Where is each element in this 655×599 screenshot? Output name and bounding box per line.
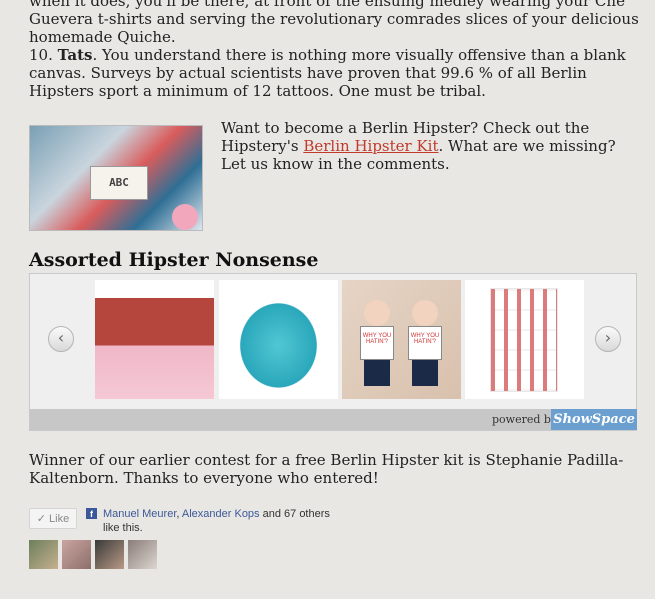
doll-shirt-text: WHY YOU HATIN'? xyxy=(360,326,394,360)
doll-legs xyxy=(364,360,390,386)
facebook-icon: f xyxy=(86,508,97,519)
kit-card: ABC xyxy=(90,166,148,200)
powered-by-label: powered by xyxy=(492,413,558,426)
carousel-slide-bacon-soap[interactable] xyxy=(95,280,214,399)
showspace-logo[interactable]: ShowSpace xyxy=(551,409,637,430)
article-paragraph-tats: 10. Tats. You understand there is nothin… xyxy=(29,46,639,100)
berlin-hipster-kit-link[interactable]: Berlin Hipster Kit xyxy=(303,137,438,155)
liker-link-manuel-meurer[interactable]: Manuel Meurer xyxy=(103,508,176,520)
avatar[interactable] xyxy=(62,540,91,569)
winner-paragraph: Winner of our earlier contest for a free… xyxy=(29,451,624,487)
kit-badge xyxy=(172,204,198,230)
hipster-chart-grid xyxy=(490,288,558,392)
tats-text: . You understand there is nothing more v… xyxy=(29,46,626,100)
tats-number: 10. xyxy=(29,46,53,64)
tats-title: Tats xyxy=(57,46,93,64)
doll-head xyxy=(364,300,390,326)
facebook-like-button[interactable]: ✓ Like xyxy=(29,508,77,529)
doll-head xyxy=(412,300,438,326)
carousel-slide-hipster-chart[interactable] xyxy=(465,280,584,399)
hipster-kit-image[interactable]: ABC xyxy=(29,125,203,231)
carousel-slide-hipster-dolls[interactable]: WHY YOU HATIN'? WHY YOU HATIN'? xyxy=(342,280,461,399)
facebook-likers-text: Manuel Meurer, Alexander Kops and 67 oth… xyxy=(103,507,333,535)
kit-paragraph: Want to become a Berlin Hipster? Check o… xyxy=(221,119,631,173)
doll-figure: WHY YOU HATIN'? xyxy=(360,300,394,388)
doll-shirt-text: WHY YOU HATIN'? xyxy=(408,326,442,360)
doll-legs xyxy=(412,360,438,386)
powered-by-bar: powered by ShowSpace xyxy=(30,409,637,430)
carousel-title: Assorted Hipster Nonsense xyxy=(29,249,319,271)
avatar[interactable] xyxy=(29,540,58,569)
avatar[interactable] xyxy=(128,540,157,569)
carousel-next-button[interactable]: › xyxy=(595,326,621,352)
carousel-prev-button[interactable]: ‹ xyxy=(48,326,74,352)
article-paragraph-top: when it does, you'll be there, at front … xyxy=(29,0,639,46)
liker-link-alexander-kops[interactable]: Alexander Kops xyxy=(182,508,260,520)
doll-figure: WHY YOU HATIN'? xyxy=(408,300,442,388)
avatar[interactable] xyxy=(95,540,124,569)
product-carousel: ‹ WHY YOU HATIN'? WHY YOU HATIN'? › powe… xyxy=(29,273,637,431)
carousel-slide-fanny-pack[interactable] xyxy=(219,280,338,399)
